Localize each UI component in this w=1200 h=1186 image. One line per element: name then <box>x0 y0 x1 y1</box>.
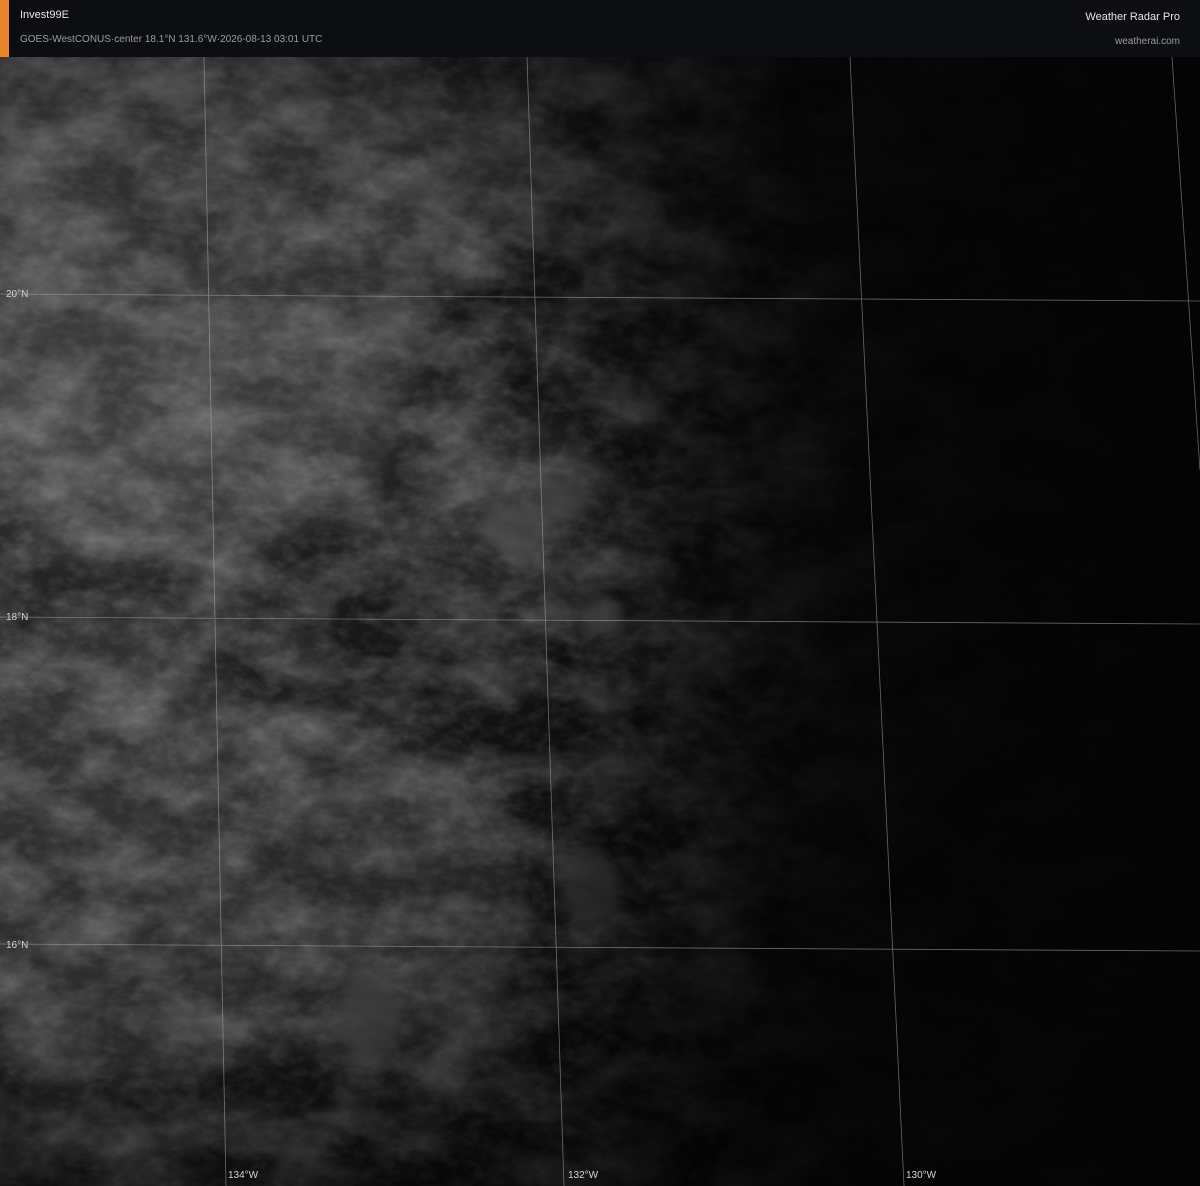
latitude-label-18n: 18°N <box>6 612 29 623</box>
longitude-label-130w: 130°W <box>906 1170 937 1181</box>
accent-bar <box>0 0 9 57</box>
map-header: Invest99E GOES-WestCONUS·center 18.1°N 1… <box>0 0 1200 57</box>
cloud-imagery <box>0 57 1200 1186</box>
brand-name: Weather Radar Pro <box>1085 11 1180 23</box>
longitude-label-134w: 134°W <box>228 1170 259 1181</box>
longitude-label-132w: 132°W <box>568 1170 599 1181</box>
satellite-image[interactable] <box>0 57 1200 1186</box>
storm-title: Invest99E <box>20 9 69 21</box>
latitude-label-16n: 16°N <box>6 940 29 951</box>
latitude-label-20n: 20°N <box>6 289 29 300</box>
image-metadata: GOES-WestCONUS·center 18.1°N 131.6°W·202… <box>20 34 323 45</box>
site-link[interactable]: weatherai.com <box>1115 36 1180 47</box>
satellite-map-view[interactable]: Invest99E GOES-WestCONUS·center 18.1°N 1… <box>0 0 1200 1186</box>
